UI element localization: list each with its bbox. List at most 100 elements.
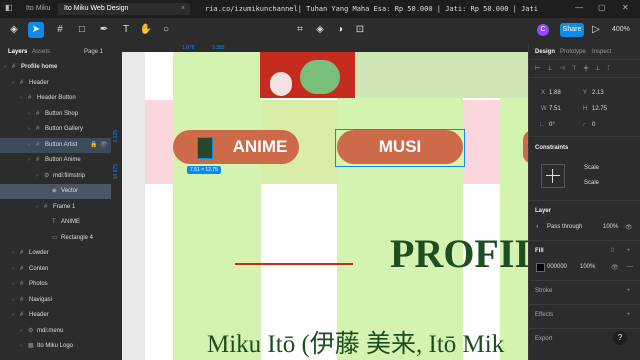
- minimize-icon[interactable]: —: [575, 3, 583, 12]
- expand-caret-icon[interactable]: ›: [36, 169, 38, 184]
- avatar[interactable]: C: [537, 24, 549, 36]
- tab-design[interactable]: Design: [535, 49, 555, 55]
- zoom-level[interactable]: 400%: [612, 26, 630, 33]
- layer-row[interactable]: ◆ Vector: [0, 184, 111, 199]
- layer-row[interactable]: › # Profile home: [0, 60, 111, 75]
- mask-icon[interactable]: ◈: [312, 22, 328, 38]
- layer-label: Navigasi: [29, 296, 53, 303]
- expand-caret-icon[interactable]: ›: [4, 60, 6, 75]
- layer-label: Vector: [61, 188, 79, 194]
- expand-caret-icon[interactable]: ›: [28, 153, 30, 168]
- tab-layers[interactable]: Layers: [8, 49, 27, 55]
- layer-label: mdi:menu: [37, 327, 64, 334]
- align-tools[interactable]: ⊢⊥⊣⊤╪⊥⁞: [535, 65, 616, 72]
- crop-icon[interactable]: ⊡: [352, 22, 368, 38]
- add-effect-icon[interactable]: +: [627, 312, 631, 318]
- add-stroke-icon[interactable]: +: [627, 288, 631, 294]
- profile-home-frame[interactable]: ANIME 7.51 × 12.75 MUSI PROFII Miku Itō …: [145, 52, 528, 360]
- layer-row[interactable]: ▭ Rectangle 4: [0, 231, 111, 246]
- layer-row[interactable]: › # Button Shop: [0, 107, 111, 122]
- layer-row[interactable]: T ANIME: [0, 215, 111, 230]
- present-icon[interactable]: ▷: [588, 22, 604, 38]
- expand-caret-icon[interactable]: ›: [20, 339, 22, 354]
- y-field[interactable]: 2.13: [592, 90, 604, 96]
- visibility-icon[interactable]: 👁: [625, 224, 633, 231]
- close-window-icon[interactable]: ✕: [622, 3, 629, 12]
- fill-style-icon[interactable]: ⁞⁞: [611, 248, 614, 254]
- expand-caret-icon[interactable]: ›: [12, 277, 14, 292]
- expand-caret-icon[interactable]: ›: [28, 107, 30, 122]
- layer-label: Frame 1: [53, 203, 76, 210]
- layer-opacity-field[interactable]: 100%: [603, 224, 618, 230]
- radius-field[interactable]: 0: [592, 122, 595, 128]
- expand-caret-icon[interactable]: ›: [12, 246, 14, 261]
- page-selector[interactable]: Page 1: [84, 49, 103, 55]
- comment-tool-icon[interactable]: ○: [158, 22, 174, 38]
- layer-row[interactable]: › # Frame 1: [0, 200, 111, 215]
- share-button[interactable]: Share: [560, 23, 584, 37]
- add-fill-icon[interactable]: +: [627, 248, 631, 254]
- fill-hex-field[interactable]: 000000: [547, 264, 567, 270]
- filmstrip-icon[interactable]: [197, 137, 213, 159]
- expand-caret-icon[interactable]: ›: [12, 293, 14, 308]
- expand-caret-icon[interactable]: ›: [28, 138, 30, 153]
- layer-row[interactable]: › # Conten: [0, 262, 111, 277]
- layer-row[interactable]: › # Navigasi: [0, 293, 111, 308]
- expand-caret-icon[interactable]: ›: [20, 91, 22, 106]
- divider: [529, 240, 640, 241]
- tab-prototype[interactable]: Prototype: [560, 49, 586, 55]
- maximize-icon[interactable]: ▢: [598, 3, 606, 12]
- h-field[interactable]: 12.75: [592, 106, 607, 112]
- fill-opacity-field[interactable]: 100%: [580, 264, 595, 270]
- eye-icon[interactable]: 👁: [100, 138, 108, 153]
- layer-row[interactable]: › ▦ Ito Miku Logo: [0, 339, 111, 354]
- text-tool-icon[interactable]: T: [118, 22, 134, 38]
- w-field[interactable]: 7.51: [549, 106, 561, 112]
- remove-fill-icon[interactable]: —: [627, 264, 633, 270]
- lock-icon[interactable]: 🔒: [90, 138, 97, 153]
- close-tab-icon[interactable]: ×: [181, 3, 185, 15]
- expand-caret-icon[interactable]: ›: [12, 308, 14, 323]
- button-anime[interactable]: ANIME: [173, 130, 299, 164]
- layer-row[interactable]: › # Button Gallery: [0, 122, 111, 137]
- fill-swatch[interactable]: [536, 263, 545, 272]
- layer-row[interactable]: › # Button Artist 🔒 👁: [0, 137, 111, 153]
- layer-row[interactable]: › # Header Button: [0, 91, 111, 106]
- figma-menu-icon[interactable]: ◧: [5, 3, 13, 12]
- frame-tool-icon[interactable]: #: [52, 22, 68, 38]
- stroke-title: Stroke: [535, 288, 553, 294]
- tab-assets[interactable]: Assets: [32, 49, 50, 55]
- rotation-field[interactable]: 0°: [549, 122, 555, 128]
- layer-row[interactable]: › # Header: [0, 76, 111, 91]
- layer-row[interactable]: › # Lowder: [0, 246, 111, 261]
- expand-caret-icon[interactable]: ›: [12, 76, 14, 91]
- main-menu-icon[interactable]: ◈: [6, 22, 22, 38]
- constraint-horizontal[interactable]: Scale: [584, 165, 599, 171]
- constraint-vertical[interactable]: Scale: [584, 180, 599, 186]
- x-field[interactable]: 1.88: [549, 90, 561, 96]
- expand-caret-icon[interactable]: ›: [28, 122, 30, 137]
- layer-type-icon: #: [36, 157, 40, 163]
- fill-visibility-icon[interactable]: 👁: [611, 264, 619, 271]
- help-button[interactable]: ?: [613, 331, 627, 345]
- boolean-icon[interactable]: ◑: [332, 22, 348, 38]
- expand-caret-icon[interactable]: ›: [20, 324, 22, 339]
- blend-mode-select[interactable]: Pass through: [547, 224, 582, 230]
- expand-caret-icon[interactable]: ›: [36, 200, 38, 215]
- layer-row[interactable]: › ⚙ mdi:filmstrip: [0, 169, 111, 184]
- component-icon[interactable]: ⌗: [292, 22, 308, 38]
- layer-row[interactable]: › # Header: [0, 308, 111, 323]
- expand-caret-icon[interactable]: ›: [12, 262, 14, 277]
- ruler-mark: 14.875: [113, 164, 119, 180]
- tab-ito-miku[interactable]: Ito Miku: [20, 3, 57, 15]
- hand-tool-icon[interactable]: ✋: [138, 22, 154, 38]
- tab-ito-miku-web-design[interactable]: Ito Miku Web Design ×: [58, 3, 190, 15]
- layer-row[interactable]: › ⚙ mdi:menu: [0, 324, 111, 339]
- pen-tool-icon[interactable]: ✒: [96, 22, 112, 38]
- shape-tool-icon[interactable]: □: [74, 22, 90, 38]
- constraints-widget[interactable]: [541, 164, 565, 188]
- move-tool-icon[interactable]: ➤: [28, 22, 44, 38]
- layer-row[interactable]: › # Button Anime: [0, 153, 111, 168]
- tab-inspect[interactable]: Inspect: [592, 49, 611, 55]
- layer-row[interactable]: › # Photos: [0, 277, 111, 292]
